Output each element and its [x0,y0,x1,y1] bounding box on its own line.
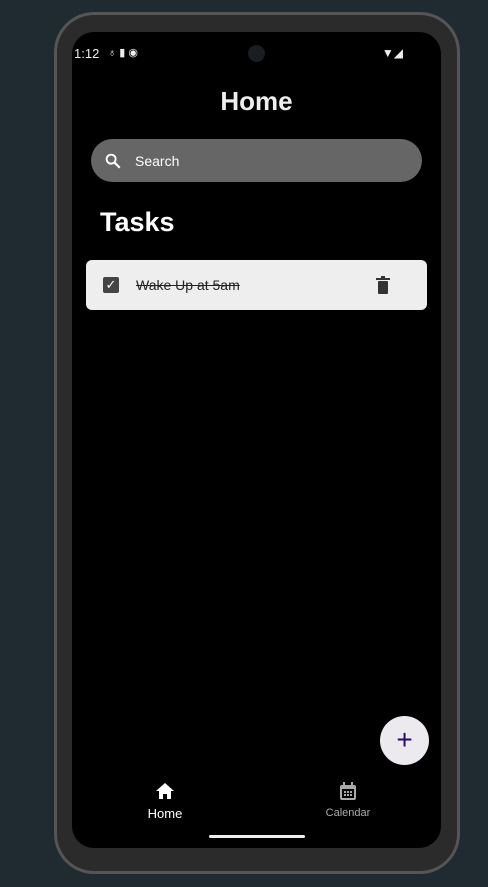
add-task-button[interactable]: + [380,716,429,765]
phone-screen: 1:12 ♁ ▮ ◉ ▼◢ Home Search Tasks ✓ Wake U… [72,32,441,848]
nav-calendar[interactable]: Calendar [308,782,388,819]
nav-home-label: Home [147,806,183,821]
task-checkbox[interactable]: ✓ [103,277,119,293]
trash-icon[interactable] [375,276,391,294]
home-icon [156,783,174,799]
section-title: Tasks [100,207,175,237]
task-item: ✓ Wake Up at 5am [86,260,427,310]
gesture-handle[interactable] [209,835,305,838]
notification-icons: ♁ ▮ ◉ [108,47,139,59]
search-input[interactable]: Search [91,139,422,182]
search-placeholder: Search [135,152,180,169]
nav-calendar-label: Calendar [325,807,371,819]
calendar-icon [340,782,356,800]
camera-cutout [248,45,265,62]
page-title: Home [220,86,293,116]
task-label: Wake Up at 5am [136,277,240,293]
search-icon [105,153,121,169]
status-time: 1:12 [74,46,100,61]
nav-home[interactable]: Home [125,782,205,821]
wifi-signal-icon: ▼◢ [381,46,403,60]
